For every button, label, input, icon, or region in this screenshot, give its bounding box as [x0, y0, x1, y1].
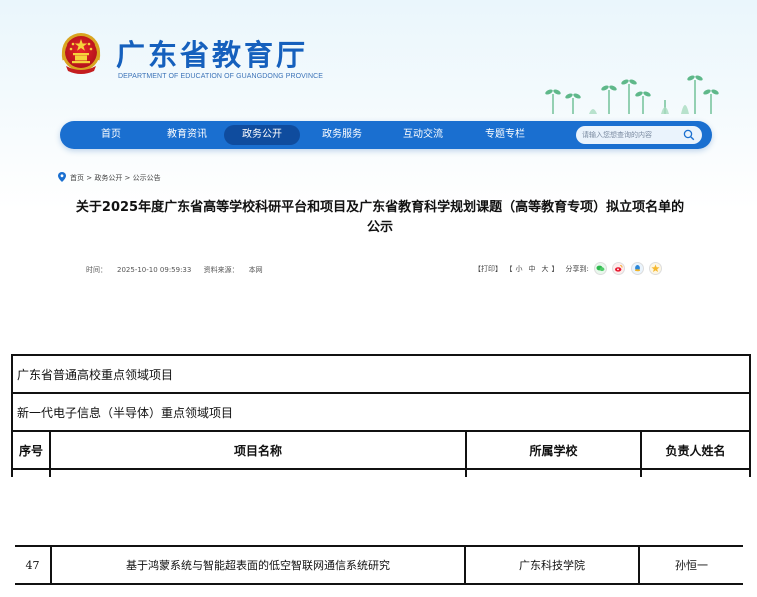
- table-section-row: 广东省普通高校重点领域项目: [10, 354, 752, 394]
- publish-time: 2025-10-10 09:59:33: [117, 266, 192, 274]
- font-small-link[interactable]: 小: [516, 265, 523, 273]
- article-tools: 【打印】【小中大】分享到:: [474, 262, 662, 276]
- table-header-row: 序号 项目名称 所属学校 负责人姓名: [11, 430, 752, 470]
- section-title-semiconductor: 新一代电子信息（半导体）重点领域项目: [10, 392, 752, 432]
- search-icon[interactable]: [683, 129, 695, 141]
- column-header-no: 序号: [11, 430, 51, 470]
- column-header-school: 所属学校: [465, 430, 642, 470]
- nav-item-interaction[interactable]: 互动交流: [391, 125, 455, 145]
- search-box: [576, 126, 702, 144]
- print-link[interactable]: 【打印】: [474, 265, 502, 273]
- qq-icon[interactable]: [630, 262, 644, 275]
- location-pin-icon: [58, 172, 66, 182]
- table-row: 47 基于鸿蒙系统与智能超表面的低空智联网通信系统研究 广东科技学院 孙恒一: [15, 545, 743, 585]
- site-subtitle: DEPARTMENT OF EDUCATION OF GUANGDONG PRO…: [118, 73, 324, 80]
- table-spacer-row: [11, 468, 752, 477]
- project-row-table: 47 基于鸿蒙系统与智能超表面的低空智联网通信系统研究 广东科技学院 孙恒一: [15, 545, 743, 585]
- share-label: 分享到:: [565, 265, 589, 273]
- breadcrumb-separator: >: [122, 174, 133, 182]
- nav-item-education-news[interactable]: 教育资讯: [155, 125, 219, 145]
- qzone-icon[interactable]: [648, 262, 662, 275]
- source-value: 本网: [248, 266, 263, 274]
- source-label: 资料来源：: [203, 266, 239, 274]
- time-label: 时间：: [86, 266, 107, 274]
- national-emblem-icon: [61, 33, 101, 74]
- font-medium-link[interactable]: 中: [529, 265, 536, 273]
- sprout-decoration-icon: [545, 75, 719, 114]
- breadcrumb: 首页 > 政务公开 > 公示公告: [58, 172, 161, 184]
- column-header-project-name: 项目名称: [49, 430, 467, 470]
- table-section-row: 新一代电子信息（半导体）重点领域项目: [10, 392, 752, 432]
- breadcrumb-government-affairs[interactable]: 政务公开: [94, 174, 122, 182]
- site-title: 广东省教育厅: [116, 38, 309, 72]
- font-size-open: 【: [509, 265, 513, 273]
- breadcrumb-separator: >: [84, 174, 95, 182]
- cell-project-name: 基于鸿蒙系统与智能超表面的低空智联网通信系统研究: [50, 545, 466, 585]
- column-header-leader: 负责人姓名: [639, 430, 752, 470]
- cell-leader: 孙恒一: [638, 545, 743, 585]
- article-title: 关于2025年度广东省高等学校科研平台和项目及广东省教育科学规划课题（高等教育专…: [75, 200, 685, 235]
- font-size-close: 】: [551, 265, 559, 273]
- nav-item-government-affairs[interactable]: 政务公开: [224, 125, 300, 145]
- article-meta: 时间： 2025-10-10 09:59:33 资料来源： 本网: [86, 264, 273, 276]
- main-nav: 首页 教育资讯 政务公开 政务服务 互动交流 专题专栏: [60, 121, 712, 149]
- nav-item-government-services[interactable]: 政务服务: [310, 125, 374, 145]
- project-table: 广东省普通高校重点领域项目 新一代电子信息（半导体）重点领域项目 序号 项目名称…: [10, 354, 752, 477]
- nav-item-home[interactable]: 首页: [86, 125, 136, 145]
- cell-no: 47: [15, 545, 52, 585]
- section-title-general: 广东省普通高校重点领域项目: [10, 354, 752, 394]
- nav-item-special-topics[interactable]: 专题专栏: [473, 125, 537, 145]
- breadcrumb-home[interactable]: 首页: [70, 174, 84, 182]
- font-large-link[interactable]: 大: [542, 265, 549, 273]
- cell-school: 广东科技学院: [464, 545, 640, 585]
- breadcrumb-announcements[interactable]: 公示公告: [133, 174, 161, 182]
- weibo-icon[interactable]: [612, 262, 626, 275]
- wechat-icon[interactable]: [594, 262, 608, 275]
- search-input[interactable]: [582, 128, 678, 142]
